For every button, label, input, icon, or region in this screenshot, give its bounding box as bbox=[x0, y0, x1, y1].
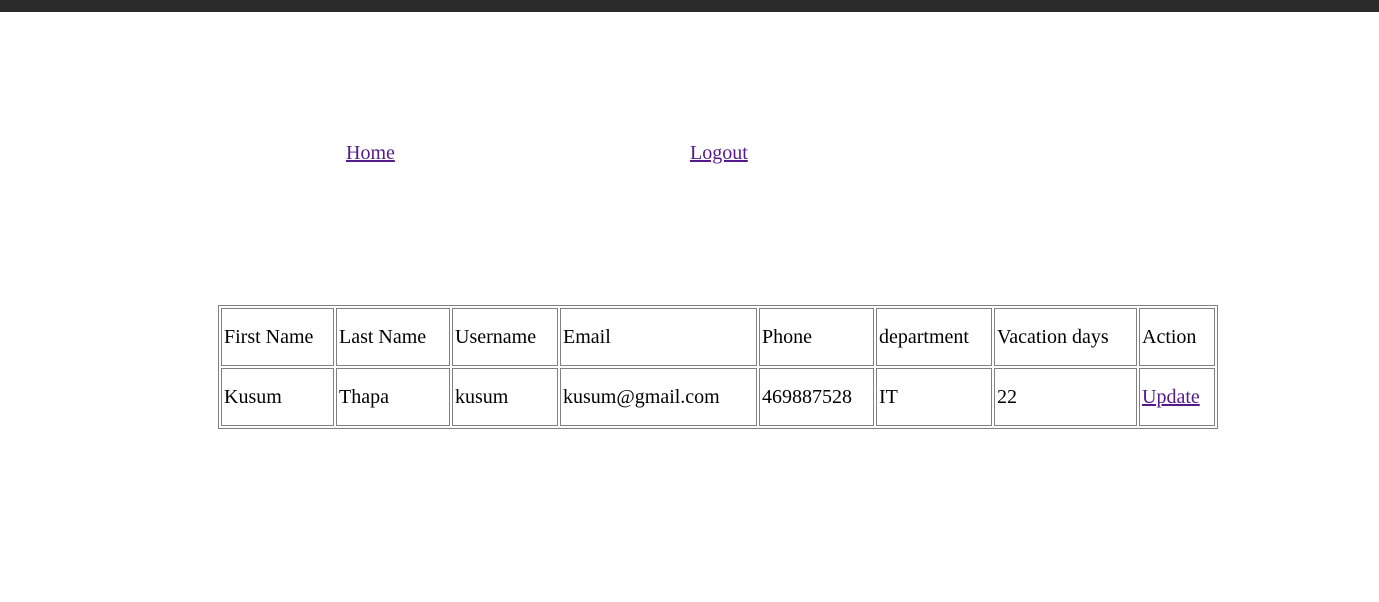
table-header-row: First Name Last Name Username Email Phon… bbox=[221, 308, 1215, 366]
column-header-email: Email bbox=[560, 308, 757, 366]
cell-first-name: Kusum bbox=[221, 368, 334, 426]
cell-email: kusum@gmail.com bbox=[560, 368, 757, 426]
cell-last-name: Thapa bbox=[336, 368, 450, 426]
browser-top-bar bbox=[0, 0, 1379, 12]
home-link[interactable]: Home bbox=[346, 141, 395, 165]
cell-department: IT bbox=[876, 368, 992, 426]
column-header-action: Action bbox=[1139, 308, 1215, 366]
logout-link[interactable]: Logout bbox=[690, 141, 748, 165]
column-header-department: department bbox=[876, 308, 992, 366]
cell-phone: 469887528 bbox=[759, 368, 874, 426]
column-header-first-name: First Name bbox=[221, 308, 334, 366]
cell-action: Update bbox=[1139, 368, 1215, 426]
column-header-phone: Phone bbox=[759, 308, 874, 366]
employee-table: First Name Last Name Username Email Phon… bbox=[218, 305, 1218, 429]
column-header-last-name: Last Name bbox=[336, 308, 450, 366]
column-header-vacation-days: Vacation days bbox=[994, 308, 1137, 366]
cell-vacation-days: 22 bbox=[994, 368, 1137, 426]
cell-username: kusum bbox=[452, 368, 558, 426]
update-link[interactable]: Update bbox=[1142, 386, 1200, 408]
table-row: Kusum Thapa kusum kusum@gmail.com 469887… bbox=[221, 368, 1215, 426]
column-header-username: Username bbox=[452, 308, 558, 366]
